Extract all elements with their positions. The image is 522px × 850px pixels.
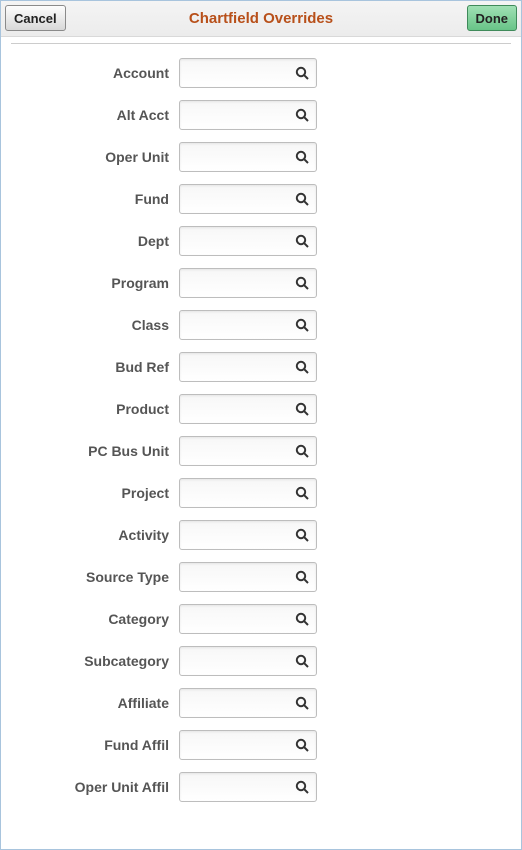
field-label-source-type: Source Type <box>1 569 179 585</box>
field-label-affiliate: Affiliate <box>1 695 179 711</box>
field-row-class: Class <box>1 304 521 346</box>
dept-input[interactable] <box>186 234 294 249</box>
field-input-wrap-bud-ref <box>179 352 317 382</box>
fund-affil-input[interactable] <box>186 738 294 753</box>
project-input[interactable] <box>186 486 294 501</box>
bud-ref-input[interactable] <box>186 360 294 375</box>
field-label-program: Program <box>1 275 179 291</box>
affiliate-input[interactable] <box>186 696 294 711</box>
subcategory-input[interactable] <box>186 654 294 669</box>
search-icon[interactable] <box>294 527 310 543</box>
field-label-activity: Activity <box>1 527 179 543</box>
search-icon[interactable] <box>294 65 310 81</box>
field-row-subcategory: Subcategory <box>1 640 521 682</box>
field-row-oper-unit-affil: Oper Unit Affil <box>1 766 521 808</box>
field-row-fund-affil: Fund Affil <box>1 724 521 766</box>
search-icon[interactable] <box>294 191 310 207</box>
field-label-project: Project <box>1 485 179 501</box>
source-type-input[interactable] <box>186 570 294 585</box>
field-input-wrap-product <box>179 394 317 424</box>
field-input-wrap-source-type <box>179 562 317 592</box>
class-input[interactable] <box>186 318 294 333</box>
search-icon[interactable] <box>294 233 310 249</box>
search-icon[interactable] <box>294 149 310 165</box>
field-label-alt-acct: Alt Acct <box>1 107 179 123</box>
field-input-wrap-activity <box>179 520 317 550</box>
panel-header: Cancel Chartfield Overrides Done <box>1 1 521 37</box>
activity-input[interactable] <box>186 528 294 543</box>
search-icon[interactable] <box>294 653 310 669</box>
field-row-account: Account <box>1 52 521 94</box>
field-label-product: Product <box>1 401 179 417</box>
field-input-wrap-category <box>179 604 317 634</box>
cancel-button[interactable]: Cancel <box>5 5 66 31</box>
field-row-project: Project <box>1 472 521 514</box>
pc-bus-unit-input[interactable] <box>186 444 294 459</box>
field-row-pc-bus-unit: PC Bus Unit <box>1 430 521 472</box>
alt-acct-input[interactable] <box>186 108 294 123</box>
field-label-account: Account <box>1 65 179 81</box>
field-input-wrap-pc-bus-unit <box>179 436 317 466</box>
product-input[interactable] <box>186 402 294 417</box>
field-label-class: Class <box>1 317 179 333</box>
search-icon[interactable] <box>294 317 310 333</box>
field-row-fund: Fund <box>1 178 521 220</box>
field-input-wrap-affiliate <box>179 688 317 718</box>
field-row-dept: Dept <box>1 220 521 262</box>
field-row-source-type: Source Type <box>1 556 521 598</box>
field-input-wrap-oper-unit <box>179 142 317 172</box>
field-input-wrap-subcategory <box>179 646 317 676</box>
search-icon[interactable] <box>294 401 310 417</box>
search-icon[interactable] <box>294 107 310 123</box>
field-row-affiliate: Affiliate <box>1 682 521 724</box>
field-input-wrap-fund <box>179 184 317 214</box>
account-input[interactable] <box>186 66 294 81</box>
field-row-category: Category <box>1 598 521 640</box>
field-label-pc-bus-unit: PC Bus Unit <box>1 443 179 459</box>
field-row-product: Product <box>1 388 521 430</box>
field-row-oper-unit: Oper Unit <box>1 136 521 178</box>
form-area: Account Alt Acct Oper Unit Fund Dept Program C… <box>1 48 521 808</box>
search-icon[interactable] <box>294 695 310 711</box>
category-input[interactable] <box>186 612 294 627</box>
field-input-wrap-class <box>179 310 317 340</box>
field-input-wrap-alt-acct <box>179 100 317 130</box>
field-input-wrap-project <box>179 478 317 508</box>
chartfield-overrides-panel: Cancel Chartfield Overrides Done Account… <box>0 0 522 850</box>
field-input-wrap-dept <box>179 226 317 256</box>
field-row-program: Program <box>1 262 521 304</box>
search-icon[interactable] <box>294 485 310 501</box>
done-button[interactable]: Done <box>467 5 518 31</box>
field-label-category: Category <box>1 611 179 627</box>
search-icon[interactable] <box>294 359 310 375</box>
search-icon[interactable] <box>294 737 310 753</box>
field-label-fund: Fund <box>1 191 179 207</box>
search-icon[interactable] <box>294 779 310 795</box>
field-label-fund-affil: Fund Affil <box>1 737 179 753</box>
search-icon[interactable] <box>294 443 310 459</box>
field-input-wrap-fund-affil <box>179 730 317 760</box>
field-label-subcategory: Subcategory <box>1 653 179 669</box>
divider <box>11 43 511 44</box>
field-label-oper-unit: Oper Unit <box>1 149 179 165</box>
field-label-dept: Dept <box>1 233 179 249</box>
field-row-bud-ref: Bud Ref <box>1 346 521 388</box>
oper-unit-input[interactable] <box>186 150 294 165</box>
field-label-oper-unit-affil: Oper Unit Affil <box>1 779 179 795</box>
field-row-alt-acct: Alt Acct <box>1 94 521 136</box>
field-input-wrap-account <box>179 58 317 88</box>
search-icon[interactable] <box>294 275 310 291</box>
panel-title: Chartfield Overrides <box>189 10 333 27</box>
field-input-wrap-oper-unit-affil <box>179 772 317 802</box>
search-icon[interactable] <box>294 569 310 585</box>
fund-input[interactable] <box>186 192 294 207</box>
oper-unit-affil-input[interactable] <box>186 780 294 795</box>
field-input-wrap-program <box>179 268 317 298</box>
program-input[interactable] <box>186 276 294 291</box>
search-icon[interactable] <box>294 611 310 627</box>
field-label-bud-ref: Bud Ref <box>1 359 179 375</box>
field-row-activity: Activity <box>1 514 521 556</box>
